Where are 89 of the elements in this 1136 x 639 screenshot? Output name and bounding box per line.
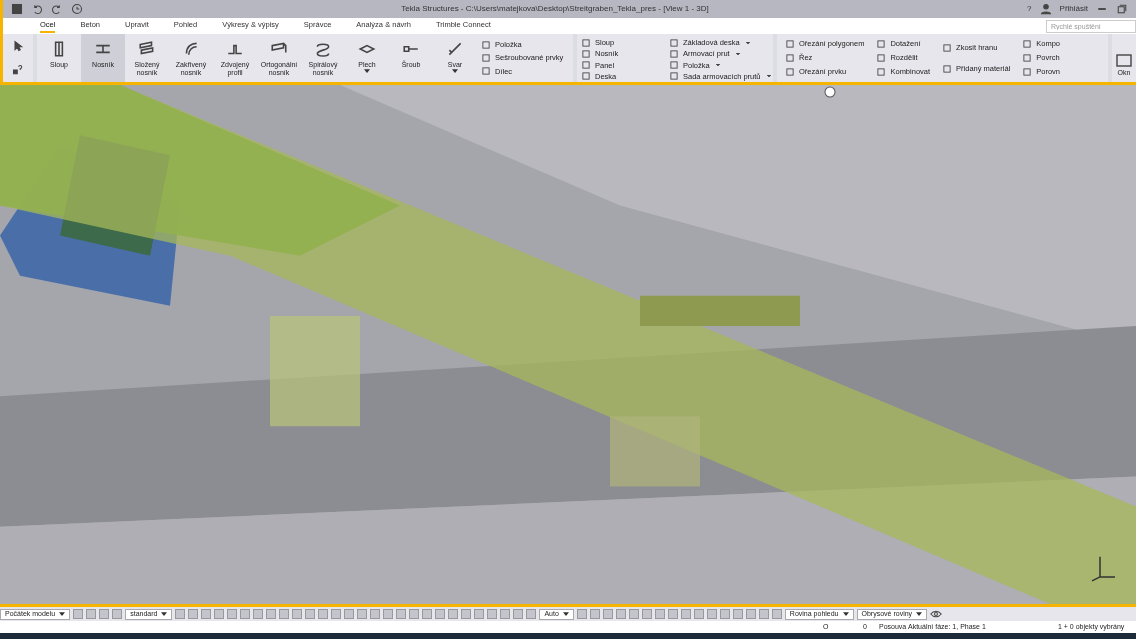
toolbar-tool-icon[interactable] bbox=[357, 609, 368, 619]
part-icon bbox=[942, 42, 953, 53]
toolbar-tool-icon[interactable] bbox=[240, 609, 251, 619]
toolbar-tool-icon[interactable] bbox=[500, 609, 511, 619]
toolbar-tool-icon[interactable] bbox=[576, 609, 587, 619]
part-icon bbox=[481, 66, 491, 77]
toolbar-tool-icon[interactable] bbox=[602, 609, 613, 619]
toolbar-tool-icon[interactable] bbox=[745, 609, 756, 619]
toolbar-tool-icon[interactable] bbox=[422, 609, 433, 619]
toolbar-tool-icon[interactable] bbox=[266, 609, 277, 619]
part-icon bbox=[581, 71, 591, 82]
toolbar-tool-icon[interactable] bbox=[112, 609, 123, 619]
part-icon bbox=[669, 48, 679, 59]
toolbar-tool-icon[interactable] bbox=[435, 609, 446, 619]
undo-icon bbox=[31, 3, 43, 15]
part-icon bbox=[942, 63, 953, 74]
toolbar-tool-icon[interactable] bbox=[73, 609, 84, 619]
toolbar-tool-icon[interactable] bbox=[214, 609, 225, 619]
part-icon bbox=[1022, 67, 1033, 77]
toolbar-tool-icon[interactable] bbox=[589, 609, 600, 619]
toolbar-tool-icon[interactable] bbox=[86, 609, 97, 619]
query-icon bbox=[12, 64, 24, 76]
toolbar-tool-icon[interactable] bbox=[279, 609, 290, 619]
toolbar-tool-icon[interactable] bbox=[526, 609, 537, 619]
restore-icon bbox=[1116, 3, 1128, 15]
weld-icon bbox=[446, 40, 464, 58]
toolbar-tool-icon[interactable] bbox=[641, 609, 652, 619]
toolbar-tool-icon[interactable] bbox=[188, 609, 199, 619]
part-icon bbox=[669, 71, 679, 82]
toolbar-tool-icon[interactable] bbox=[201, 609, 212, 619]
toolbar-tool-icon[interactable] bbox=[474, 609, 485, 619]
pointer-icon bbox=[12, 40, 24, 52]
window-title: Tekla Structures - C:\Users\matejkova\Desktop\Streitgraben_Tekla_pres - [View 1 - 3D] bbox=[400, 3, 710, 15]
toolbar-tool-icon[interactable] bbox=[693, 609, 704, 619]
part-icon bbox=[876, 67, 887, 77]
toolbar-tool-icon[interactable] bbox=[628, 609, 639, 619]
login-link[interactable]: Přihlásit bbox=[1059, 3, 1088, 15]
toolbar-tool-icon[interactable] bbox=[706, 609, 717, 619]
caret-icon bbox=[161, 612, 168, 616]
toolbar-tool-icon[interactable] bbox=[318, 609, 329, 619]
help-link[interactable]: ? bbox=[1027, 3, 1032, 15]
toolbar-tool-icon[interactable] bbox=[615, 609, 626, 619]
toolbar-tool-icon[interactable] bbox=[680, 609, 691, 619]
part-icon bbox=[669, 60, 679, 71]
toolbar-tool-icon[interactable] bbox=[409, 609, 420, 619]
toolbar-tool-icon[interactable] bbox=[383, 609, 394, 619]
part-icon bbox=[481, 39, 491, 50]
caret-icon bbox=[916, 612, 923, 616]
part-icon bbox=[669, 37, 679, 48]
toolbar-tool-icon[interactable] bbox=[344, 609, 355, 619]
part-icon bbox=[876, 39, 887, 49]
toolbar-tool-icon[interactable] bbox=[448, 609, 459, 619]
caret-icon bbox=[562, 612, 569, 616]
spiral-icon bbox=[314, 40, 332, 58]
caret-icon bbox=[842, 612, 849, 616]
toolbar-tool-icon[interactable] bbox=[253, 609, 264, 619]
toolbar-tool-icon[interactable] bbox=[227, 609, 238, 619]
toolbar-tool-icon[interactable] bbox=[461, 609, 472, 619]
part-icon bbox=[1022, 39, 1033, 49]
toolbar-tool-icon[interactable] bbox=[667, 609, 678, 619]
caret-icon bbox=[59, 612, 66, 616]
part-icon bbox=[876, 53, 887, 63]
part-icon bbox=[481, 53, 491, 63]
user-icon bbox=[1039, 3, 1052, 15]
redo-icon bbox=[51, 3, 63, 15]
toolbar-tool-icon[interactable] bbox=[487, 609, 498, 619]
toolbar-tool-icon[interactable] bbox=[331, 609, 342, 619]
toolbar-tool-icon[interactable] bbox=[305, 609, 316, 619]
history-icon bbox=[71, 3, 83, 15]
eye-icon bbox=[930, 608, 943, 620]
toolbar-tool-icon[interactable] bbox=[513, 609, 524, 619]
part-icon bbox=[581, 48, 591, 59]
toolbar-tool-icon[interactable] bbox=[719, 609, 730, 619]
caret-icon bbox=[452, 69, 458, 73]
toolbar-tool-icon[interactable] bbox=[396, 609, 407, 619]
save-icon bbox=[11, 3, 23, 15]
part-icon bbox=[581, 37, 591, 48]
toolbar-tool-icon[interactable] bbox=[99, 609, 110, 619]
toolbar-tool-icon[interactable] bbox=[732, 609, 743, 619]
toolbar-tool-icon[interactable] bbox=[175, 609, 186, 619]
part-icon bbox=[1022, 53, 1033, 63]
toolbar-tool-icon[interactable] bbox=[370, 609, 381, 619]
toolbar-tool-icon[interactable] bbox=[292, 609, 303, 619]
toolbar-tool-icon[interactable] bbox=[758, 609, 769, 619]
caret-icon bbox=[364, 69, 370, 73]
toolbar-tool-icon[interactable] bbox=[654, 609, 665, 619]
window-icon bbox=[1116, 51, 1132, 68]
toolbar-tool-icon[interactable] bbox=[771, 609, 782, 619]
part-icon bbox=[581, 60, 591, 71]
